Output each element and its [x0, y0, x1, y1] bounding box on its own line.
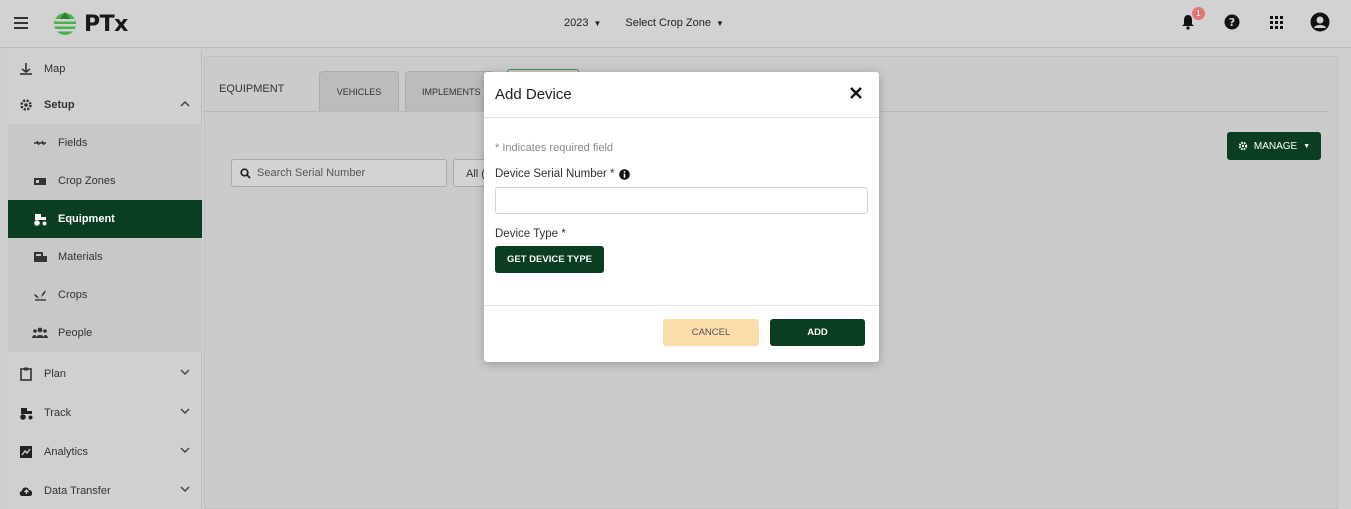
crops-icon [32, 288, 48, 302]
sidebar-item-label: Materials [58, 251, 103, 263]
chevron-up-icon [180, 100, 190, 107]
svg-text:?: ? [1229, 16, 1235, 29]
add-button[interactable]: ADD [770, 319, 865, 346]
tractor-icon [32, 212, 48, 226]
people-icon [32, 326, 48, 340]
crop-zone-icon [32, 174, 48, 188]
modal-title: Add Device [495, 86, 572, 103]
serial-label-text: Device Serial Number * [495, 168, 615, 180]
required-note: * Indicates required field [495, 142, 614, 154]
sidebar-item-map[interactable]: Map [8, 50, 202, 88]
logo: PTx [50, 10, 128, 38]
serial-label: Device Serial Number * [495, 168, 630, 180]
close-icon[interactable] [849, 86, 863, 100]
crop-zone-value: Select Crop Zone [625, 17, 712, 29]
sidebar-item-label: Fields [58, 137, 88, 149]
filter-value: All ( [466, 168, 485, 180]
tab-equipment[interactable]: EQUIPMENT [219, 83, 284, 95]
sidebar-item-materials[interactable]: Materials [8, 238, 202, 276]
sidebar-item-label: Map [44, 63, 66, 75]
sidebar-item-analytics[interactable]: Analytics [8, 433, 202, 471]
manage-button[interactable]: MANAGE ▼ [1227, 132, 1321, 160]
caret-down-icon: ▼ [593, 19, 602, 28]
sidebar-item-crops[interactable]: Crops [8, 276, 202, 314]
search-icon [240, 167, 251, 179]
sidebar-item-track[interactable]: Track [8, 394, 202, 432]
sidebar-item-label: Crop Zones [58, 175, 116, 187]
sidebar-item-label: Track [44, 407, 72, 419]
modal-footer-divider [484, 305, 879, 306]
add-device-modal: Add Device * Indicates required field De… [484, 72, 879, 362]
sidebar-item-equipment[interactable]: Equipment [8, 200, 202, 238]
button-label: GET DEVICE TYPE [507, 254, 592, 265]
cancel-button[interactable]: CANCEL [663, 319, 759, 346]
sidebar-item-label: People [58, 327, 93, 339]
tractor-icon [18, 406, 34, 420]
info-icon[interactable] [618, 168, 630, 180]
caret-down-icon: ▼ [1303, 142, 1311, 150]
chevron-down-icon [180, 369, 190, 376]
sidebar-item-people[interactable]: People [8, 314, 202, 352]
chevron-down-icon [180, 486, 190, 493]
notification-badge: 1 [1192, 7, 1205, 20]
get-device-type-button[interactable]: GET DEVICE TYPE [495, 246, 604, 273]
top-bar: PTx 2023 ▼ Select Crop Zone ▼ 1 ? [0, 0, 1351, 48]
menu-icon[interactable] [14, 17, 28, 29]
apps-grid-icon [1269, 15, 1283, 29]
button-label: ADD [807, 327, 828, 338]
map-icon [18, 62, 34, 76]
chart-icon [18, 445, 34, 459]
sidebar-item-label: Plan [44, 368, 67, 380]
sidebar-item-label: Analytics [44, 446, 89, 458]
tab-label: VEHICLES [336, 87, 382, 97]
logo-icon [54, 12, 76, 35]
field-icon [32, 136, 48, 150]
tab-implements[interactable]: IMPLEMENTS [405, 71, 495, 112]
sidebar-item-crop-zones[interactable]: Crop Zones [8, 162, 202, 200]
logo-text: PTx [84, 11, 128, 37]
serial-number-input[interactable] [495, 187, 868, 214]
sidebar-item-fields[interactable]: Fields [8, 124, 202, 162]
account-icon [1310, 12, 1330, 32]
account-button[interactable] [1309, 11, 1331, 33]
tab-label: IMPLEMENTS [422, 87, 481, 97]
manage-label: MANAGE [1253, 140, 1298, 152]
sidebar-item-setup[interactable]: Setup [8, 86, 202, 124]
help-button[interactable]: ? [1221, 11, 1243, 33]
device-type-label: Device Type * [495, 228, 566, 240]
button-label: CANCEL [691, 327, 731, 338]
sidebar-item-label: Crops [58, 289, 88, 301]
search-input[interactable]: Search Serial Number [231, 159, 447, 187]
materials-icon [32, 250, 48, 264]
gear-icon [18, 98, 34, 112]
cloud-icon [18, 484, 34, 498]
sidebar: Map Setup Fields Crop Zones Equipment Ma… [8, 50, 202, 509]
notifications-button[interactable]: 1 [1177, 7, 1205, 33]
sidebar-item-label: Equipment [58, 213, 115, 225]
sidebar-item-label: Setup [44, 99, 75, 111]
apps-button[interactable] [1265, 11, 1287, 33]
chevron-down-icon [180, 447, 190, 454]
modal-header: Add Device [484, 72, 879, 118]
year-dropdown[interactable]: 2023 ▼ [564, 17, 601, 29]
gear-icon [1238, 141, 1248, 151]
sidebar-item-plan[interactable]: Plan [8, 355, 202, 393]
help-icon: ? [1224, 14, 1240, 30]
sidebar-item-data-transfer[interactable]: Data Transfer [8, 472, 202, 509]
tab-vehicles[interactable]: VEHICLES [319, 71, 399, 112]
clipboard-icon [18, 367, 34, 381]
sidebar-item-label: Data Transfer [44, 485, 111, 497]
search-placeholder: Search Serial Number [257, 167, 366, 179]
chevron-down-icon [180, 408, 190, 415]
year-value: 2023 [564, 17, 589, 29]
crop-zone-dropdown[interactable]: Select Crop Zone ▼ [625, 17, 724, 29]
caret-down-icon: ▼ [716, 19, 724, 28]
